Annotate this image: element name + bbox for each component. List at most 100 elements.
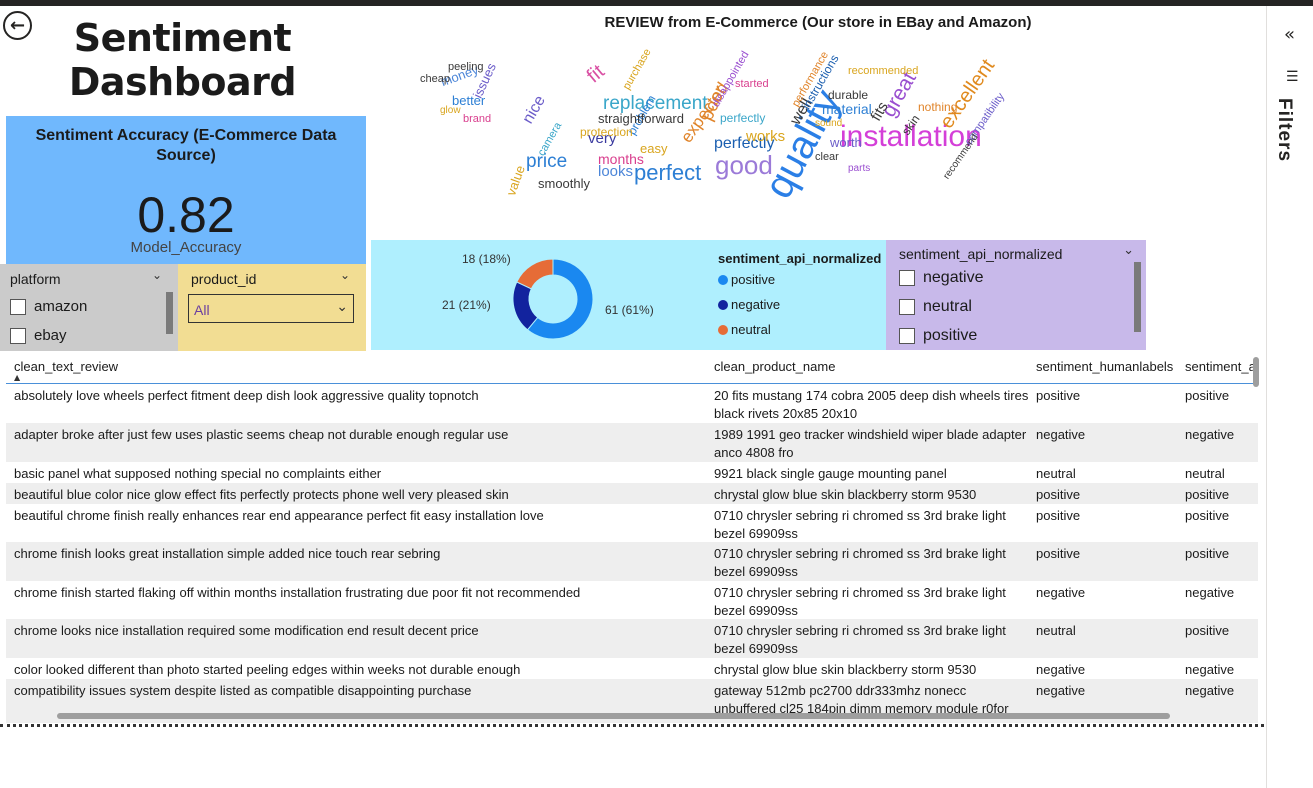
filter-icon[interactable]: ☰	[1286, 68, 1299, 85]
donut-slice-neutral[interactable]	[516, 258, 554, 290]
wordcloud-word: clear	[815, 151, 839, 163]
wordcloud-word: durable	[828, 88, 869, 102]
table-header: clean_text_review ▲ clean_product_name s…	[6, 351, 1258, 384]
column-header-review[interactable]: clean_text_review	[14, 359, 118, 374]
sentiment-option-neutral[interactable]: neutral	[899, 298, 972, 316]
column-header-product[interactable]: clean_product_name	[714, 359, 835, 374]
chevron-down-icon[interactable]: ⌄	[340, 268, 350, 282]
page-title: Sentiment Dashboard	[60, 16, 305, 104]
cell-human: neutral	[1036, 623, 1076, 638]
wordcloud-word: nice	[519, 92, 549, 127]
cell-api: neutral	[1185, 466, 1225, 481]
cell-human: negative	[1036, 662, 1086, 677]
table-row[interactable]: chrome finish looks great installation s…	[6, 542, 1258, 581]
sentiment-slicer: sentiment_api_normalized ⌄ negative neut…	[886, 240, 1146, 350]
legend-label: positive	[731, 272, 776, 287]
cell-human: positive	[1036, 388, 1081, 403]
cell-product: chrystal glow blue skin blackberry storm…	[714, 662, 977, 677]
table-row[interactable]: beautiful blue color nice glow effect fi…	[6, 483, 1258, 504]
cell-review: basic panel what supposed nothing specia…	[14, 466, 382, 481]
column-header-human-labels[interactable]: sentiment_humanlabels	[1036, 359, 1173, 374]
chevron-down-icon[interactable]: ⌄	[1123, 243, 1134, 258]
platform-option-ebay[interactable]: ebay	[10, 327, 67, 344]
cell-product: 0710 chrysler sebring ri chromed ss 3rd …	[714, 585, 1006, 618]
cell-human: positive	[1036, 546, 1081, 561]
table-row[interactable]: beautiful chrome finish really enhances …	[6, 504, 1258, 542]
product-id-slicer: product_id ⌄ All ⌄	[178, 264, 366, 351]
cell-product: 9921 black single gauge mounting panel	[714, 466, 947, 481]
wordcloud-word: brand	[463, 113, 492, 125]
cell-api: positive	[1185, 388, 1230, 403]
wordcloud-word: value	[503, 163, 528, 198]
wordcloud-word: perfect	[634, 160, 702, 185]
donut-chart[interactable]	[503, 249, 603, 349]
platform-option-label: amazon	[34, 298, 88, 315]
cell-human: negative	[1036, 683, 1086, 698]
checkbox-icon[interactable]	[899, 328, 915, 344]
wordcloud-word: cheap	[420, 73, 450, 85]
cell-review: chrome finish started flaking off within…	[14, 585, 581, 600]
donut-label-positive: 61 (61%)	[605, 303, 654, 317]
sentiment-donut-panel: 61 (61%) 21 (21%) 18 (18%) sentiment_api…	[371, 240, 886, 350]
page-title-line1: Sentiment	[73, 16, 292, 60]
cell-review: beautiful blue color nice glow effect fi…	[14, 487, 509, 502]
table-row[interactable]: color looked different than photo starte…	[6, 658, 1258, 679]
sentiment-slicer-scrollbar[interactable]	[1134, 262, 1141, 332]
wordcloud-word: recommended	[848, 65, 919, 77]
cell-product: 0710 chrysler sebring ri chromed ss 3rd …	[714, 508, 1006, 541]
wordcloud-word: nothing	[918, 100, 958, 114]
platform-slicer: platform ⌄ amazon ebay	[0, 264, 178, 351]
checkbox-icon[interactable]	[899, 270, 915, 286]
cell-api: negative	[1185, 427, 1235, 442]
wordcloud-word: glow	[440, 105, 461, 116]
cell-product: 0710 chrysler sebring ri chromed ss 3rd …	[714, 623, 1006, 656]
sentiment-slicer-header: sentiment_api_normalized	[899, 246, 1063, 262]
cell-review: beautiful chrome finish really enhances …	[14, 508, 544, 523]
platform-slicer-scrollbar[interactable]	[166, 292, 173, 334]
table-horizontal-scrollbar[interactable]	[57, 713, 1170, 719]
table-row[interactable]: adapter broke after just few uses plasti…	[6, 423, 1258, 462]
table-row[interactable]: chrome looks nice installation required …	[6, 619, 1258, 658]
chevron-down-icon[interactable]: ⌄	[336, 299, 348, 315]
page-title-line2: Dashboard	[68, 60, 297, 104]
checkbox-icon[interactable]	[10, 327, 26, 344]
legend-label: neutral	[731, 322, 771, 337]
cell-review: color looked different than photo starte…	[14, 662, 521, 677]
wordcloud-word: good	[715, 150, 773, 180]
legend-item-negative[interactable]: negative	[718, 297, 780, 312]
donut-label-neutral: 18 (18%)	[462, 252, 511, 266]
column-header-api-labels[interactable]: sentiment_a	[1185, 359, 1253, 374]
table-row[interactable]: absolutely love wheels perfect fitment d…	[6, 384, 1258, 423]
donut-slice-negative[interactable]	[512, 281, 539, 331]
sort-ascending-icon[interactable]: ▲	[14, 373, 20, 382]
wordcloud-title: REVIEW from E-Commerce (Our store in EBa…	[604, 14, 1032, 31]
collapse-pane-icon[interactable]: «	[1284, 24, 1295, 45]
wordcloud-word: purchase	[620, 46, 654, 92]
platform-option-amazon[interactable]: amazon	[10, 298, 87, 315]
table-vertical-scrollbar[interactable]	[1253, 357, 1259, 387]
back-arrow-icon[interactable]: ←	[3, 11, 32, 40]
legend-dot-icon	[718, 274, 728, 285]
cell-api: negative	[1185, 662, 1235, 677]
legend-item-positive[interactable]: positive	[718, 272, 775, 287]
wordcloud-word: works	[746, 128, 786, 145]
wordcloud-word: sound	[815, 118, 843, 129]
wordcloud-word: straightforward	[598, 111, 684, 126]
cell-human: neutral	[1036, 466, 1076, 481]
platform-option-label: ebay	[34, 327, 67, 344]
report-canvas: ← Sentiment Dashboard Sentiment Accuracy…	[0, 6, 1266, 788]
chevron-down-icon[interactable]: ⌄	[152, 268, 162, 282]
legend-item-neutral[interactable]: neutral	[718, 322, 771, 337]
checkbox-icon[interactable]	[899, 299, 915, 315]
table-row[interactable]: chrome finish started flaking off within…	[6, 581, 1258, 619]
checkbox-icon[interactable]	[10, 298, 26, 315]
sentiment-option-label: positive	[923, 327, 978, 344]
filters-pane-label[interactable]: Filters	[1273, 98, 1295, 162]
cell-human: negative	[1036, 427, 1086, 442]
table-row[interactable]: basic panel what supposed nothing specia…	[6, 462, 1258, 483]
sentiment-option-positive[interactable]: positive	[899, 327, 977, 345]
sentiment-option-negative[interactable]: negative	[899, 269, 984, 287]
cell-review: absolutely love wheels perfect fitment d…	[14, 388, 479, 403]
cell-api: positive	[1185, 546, 1230, 561]
product-id-dropdown[interactable]: All ⌄	[188, 294, 354, 323]
